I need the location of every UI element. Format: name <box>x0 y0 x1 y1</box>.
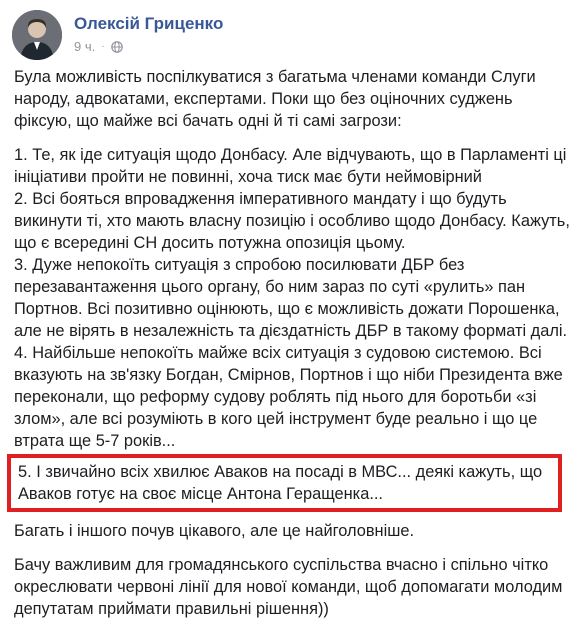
post-time[interactable]: 9 ч. <box>74 39 95 54</box>
post-meta: 9 ч. · <box>74 39 123 54</box>
author-avatar[interactable] <box>12 10 62 60</box>
post-point-3: 3. Дуже непокоїть ситуація з спробою пос… <box>14 256 568 340</box>
post-header: Олексій Гриценко 9 ч. · <box>12 10 572 60</box>
highlighted-point-5: 5. І звичайно всіх хвилює Аваков на поса… <box>7 454 562 512</box>
post-body: Була можливість поспілкуватися з багатьм… <box>7 66 574 620</box>
post-point-2: 2. Всі бояться впровадження імперативног… <box>14 190 570 252</box>
post-conclusion: Бачу важливим для громадянського суспіль… <box>14 556 563 618</box>
post-intro: Була можливість поспілкуватися з багатьм… <box>14 68 536 130</box>
post-after-highlight: Багать і іншого почув цікавого, але це н… <box>14 522 415 540</box>
post-point-4: 4. Найбільше непокоїть майже всіх ситуац… <box>14 344 563 450</box>
post-point-1: 1. Те, як іде ситуація щодо Донбасу. Але… <box>14 146 567 186</box>
author-name[interactable]: Олексій Гриценко <box>74 14 223 34</box>
globe-icon[interactable] <box>110 40 123 53</box>
person-icon <box>12 10 62 60</box>
separator-dot: · <box>101 41 105 52</box>
